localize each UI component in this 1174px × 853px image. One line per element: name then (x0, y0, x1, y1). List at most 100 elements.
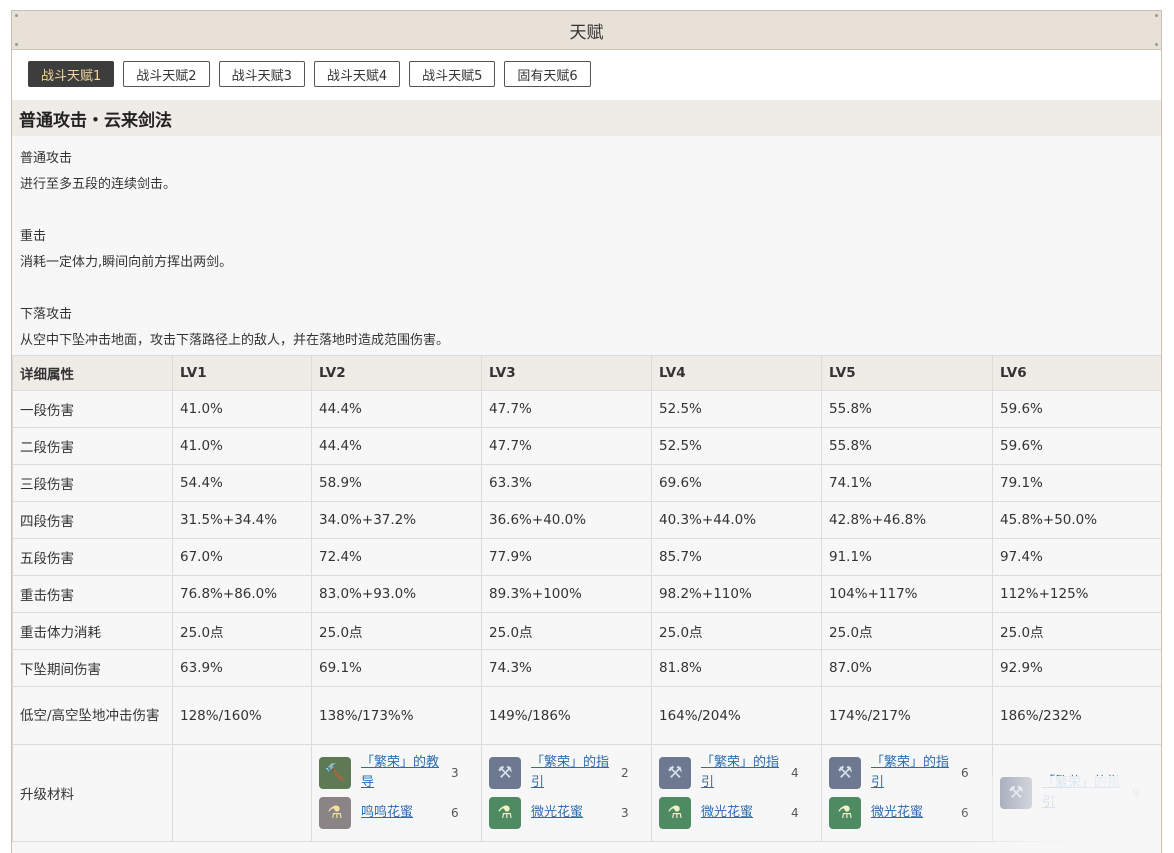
table-cell: 72.4% (311, 538, 482, 576)
table-cell: 63.3% (481, 464, 652, 502)
material-item: ⚗ 微光花蜜 4 (659, 793, 814, 833)
table-cell: 79.1% (992, 464, 1161, 502)
skill-title: 普通攻击・云来剑法 (12, 100, 1161, 136)
table-cell: 83.0%+93.0% (311, 575, 482, 613)
material-item: ⚗ 微光花蜜 3 (489, 793, 644, 833)
row-label: 一段伤害 (12, 390, 173, 428)
tab-combat-talent-3[interactable]: 战斗天赋3 (218, 61, 305, 87)
row-label: 二段伤害 (12, 427, 173, 465)
row-label: 重击体力消耗 (12, 612, 173, 650)
material-quantity: 3 (451, 766, 459, 780)
table-cell: 25.0点 (821, 612, 993, 650)
corner-dot (1155, 14, 1158, 17)
column-header: LV2 (311, 355, 482, 391)
tab-combat-talent-4[interactable]: 战斗天赋4 (313, 61, 401, 87)
materials-cell: ⚒ 「繁荣」的指引 2 ⚗ 微光花蜜 3 (481, 744, 652, 842)
material-link[interactable]: 「繁荣」的指引 (1042, 773, 1126, 813)
table-cell: 74.1% (821, 464, 993, 502)
book-icon[interactable]: 🔨 (319, 757, 351, 789)
table-cell: 59.6% (992, 427, 1161, 465)
desc-heading-charged: 重击 (20, 229, 47, 244)
row-label: 下坠期间伤害 (12, 649, 173, 687)
desc-text-plunge: 从空中下坠冲击地面，攻击下落路径上的敌人，并在落地时造成范围伤害。 (20, 333, 450, 348)
material-link[interactable]: 微光花蜜 (701, 803, 785, 823)
table-cell: 47.7% (481, 390, 652, 428)
material-quantity: 6 (961, 766, 969, 780)
table-cell: 54.4% (172, 464, 312, 502)
row-label: 重击伤害 (12, 575, 173, 613)
material-link[interactable]: 微光花蜜 (871, 803, 955, 823)
table-cell: 25.0点 (992, 612, 1161, 650)
tab-combat-talent-1[interactable]: 战斗天赋1 (28, 61, 115, 87)
material-item: ⚒ 「繁荣」的指引 6 (829, 753, 985, 793)
tab-combat-talent-5[interactable]: 战斗天赋5 (409, 61, 496, 87)
tab-passive-talent-6[interactable]: 固有天赋6 (504, 61, 591, 87)
corner-dot (15, 43, 18, 46)
material-quantity: 6 (451, 806, 459, 820)
materials-cell (172, 744, 312, 842)
corner-dot (15, 14, 18, 17)
table-cell: 74.3% (481, 649, 652, 687)
table-cell: 52.5% (651, 390, 822, 428)
desc-text-normal: 进行至多五段的连续剑击。 (20, 177, 177, 192)
corner-dot (1155, 43, 1158, 46)
nectar-icon[interactable]: ⚗ (489, 797, 521, 829)
table-cell: 67.0% (172, 538, 312, 576)
material-link[interactable]: 「繁荣」的指引 (531, 753, 615, 793)
table-cell: 52.5% (651, 427, 822, 465)
table-cell: 40.3%+44.0% (651, 501, 822, 539)
talent-tabs: 战斗天赋1 战斗天赋2 战斗天赋3 战斗天赋4 战斗天赋5 固有天赋6 (12, 50, 1161, 89)
table-cell: 81.8% (651, 649, 822, 687)
guide-icon[interactable]: ⚒ (1000, 777, 1032, 809)
table-cell: 149%/186% (481, 686, 652, 745)
row-label: 五段伤害 (12, 538, 173, 576)
material-quantity: 4 (791, 766, 799, 780)
table-cell: 41.0% (172, 427, 312, 465)
table-cell: 55.8% (821, 390, 993, 428)
table-cell: 44.4% (311, 390, 482, 428)
table-cell: 45.8%+50.0% (992, 501, 1161, 539)
material-link[interactable]: 鸣鸣花蜜 (361, 803, 445, 823)
column-header: LV3 (481, 355, 652, 391)
table-cell: 63.9% (172, 649, 312, 687)
table-cell: 97.4% (992, 538, 1161, 576)
nectar-icon[interactable]: ⚗ (829, 797, 861, 829)
table-cell: 138%/173%% (311, 686, 482, 745)
guide-icon[interactable]: ⚒ (489, 757, 521, 789)
table-row: 重击体力消耗 25.0点 25.0点 25.0点 25.0点 25.0点 25.0点 (12, 612, 1161, 650)
table-cell: 76.8%+86.0% (172, 575, 312, 613)
material-link[interactable]: 「繁荣」的教导 (361, 753, 445, 793)
material-quantity: 3 (621, 806, 629, 820)
materials-cell: 🔨 「繁荣」的教导 3 ⚗ 鸣鸣花蜜 6 (311, 744, 482, 842)
panel-header: 天赋 (12, 11, 1161, 50)
material-link[interactable]: 「繁荣」的指引 (871, 753, 955, 793)
row-label: 低空/高空坠地冲击伤害 (12, 686, 173, 745)
material-item: ⚗ 鸣鸣花蜜 6 (319, 793, 474, 833)
table-row: 三段伤害 54.4% 58.9% 63.3% 69.6% 74.1% 79.1% (12, 464, 1161, 502)
table-cell: 25.0点 (481, 612, 652, 650)
column-header: LV4 (651, 355, 822, 391)
material-quantity: 2 (621, 766, 629, 780)
material-quantity: 4 (791, 806, 799, 820)
material-quantity: 6 (961, 806, 969, 820)
nectar-icon[interactable]: ⚗ (319, 797, 351, 829)
guide-icon[interactable]: ⚒ (829, 757, 861, 789)
table-cell: 89.3%+100% (481, 575, 652, 613)
table-cell: 36.6%+40.0% (481, 501, 652, 539)
materials-cell: ⚒ 「繁荣」的指引 9 (992, 744, 1161, 842)
material-link[interactable]: 微光花蜜 (531, 803, 615, 823)
table-cell: 59.6% (992, 390, 1161, 428)
guide-icon[interactable]: ⚒ (659, 757, 691, 789)
table-row: 一段伤害 41.0% 44.4% 47.7% 52.5% 55.8% 59.6% (12, 390, 1161, 428)
skill-description: 普通攻击 进行至多五段的连续剑击。 重击 消耗一定体力,瞬间向前方挥出两剑。 下… (12, 136, 1161, 355)
table-row: 五段伤害 67.0% 72.4% 77.9% 85.7% 91.1% 97.4% (12, 538, 1161, 576)
talent-panel: 天赋 战斗天赋1 战斗天赋2 战斗天赋3 战斗天赋4 战斗天赋5 固有天赋6 普… (11, 10, 1162, 853)
table-cell: 98.2%+110% (651, 575, 822, 613)
table-cell: 34.0%+37.2% (311, 501, 482, 539)
table-cell: 25.0点 (651, 612, 822, 650)
table-cell: 85.7% (651, 538, 822, 576)
nectar-icon[interactable]: ⚗ (659, 797, 691, 829)
material-link[interactable]: 「繁荣」的指引 (701, 753, 785, 793)
desc-text-charged: 消耗一定体力,瞬间向前方挥出两剑。 (20, 255, 233, 270)
tab-combat-talent-2[interactable]: 战斗天赋2 (123, 61, 210, 87)
